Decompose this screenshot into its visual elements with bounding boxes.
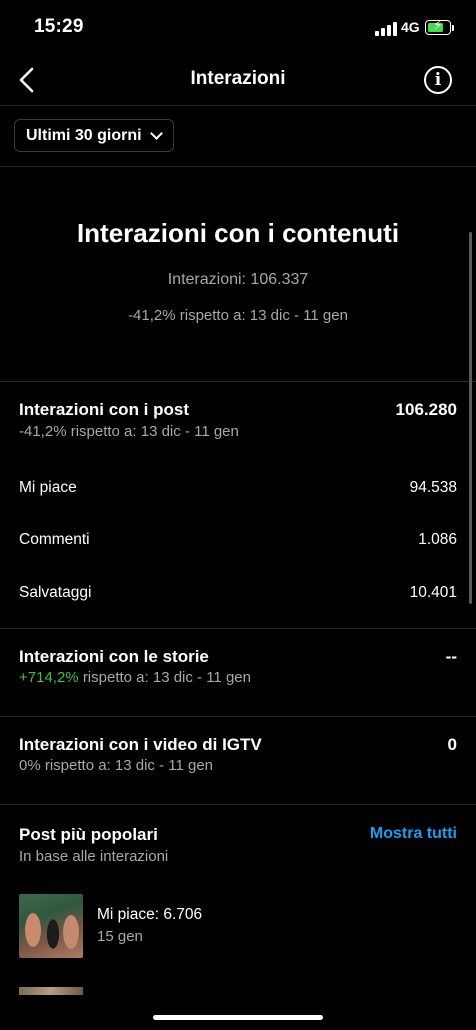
- home-indicator[interactable]: [153, 1015, 323, 1020]
- info-icon: i: [434, 70, 442, 90]
- summary-total: Interazioni: 106.337: [167, 271, 309, 288]
- show-all-link[interactable]: Mostra tutti: [370, 825, 457, 843]
- post-thumbnail[interactable]: [19, 894, 83, 958]
- stories-comparison-row: +714,2% rispetto a: 13 dic - 11 gen: [19, 669, 251, 686]
- post-date: 15 gen: [97, 928, 143, 945]
- summary-title: Interazioni con i contenuti: [76, 218, 400, 248]
- divider: [0, 716, 476, 717]
- igtv-value: 0: [447, 735, 457, 754]
- chevron-down-icon: [149, 127, 163, 140]
- stories-change: +714,2%: [19, 669, 79, 686]
- metric-label-comments: Commenti: [19, 531, 90, 548]
- divider: [0, 381, 476, 382]
- divider: [0, 804, 476, 805]
- posts-comparison: -41,2% rispetto a: 13 dic - 11 gen: [19, 423, 239, 440]
- popular-title: Post più popolari: [19, 825, 158, 844]
- charging-icon: ⚡: [433, 17, 443, 33]
- scrollbar[interactable]: [469, 232, 472, 604]
- igtv-comparison: 0% rispetto a: 13 dic - 11 gen: [19, 757, 214, 774]
- posts-title: Interazioni con i post: [19, 400, 190, 419]
- stories-comparison: rispetto a: 13 dic - 11 gen: [82, 669, 251, 686]
- date-range-label: Ultimi 30 giorni: [26, 126, 142, 144]
- post-thumbnail[interactable]: [19, 987, 83, 995]
- stories-value: --: [445, 647, 457, 666]
- info-button[interactable]: i: [424, 66, 452, 94]
- summary-comparison: -41,2% rispetto a: 13 dic - 11 gen: [128, 307, 348, 324]
- metric-value-likes: 94.538: [409, 479, 457, 496]
- popular-subtitle: In base alle interazioni: [19, 848, 169, 865]
- stories-title: Interazioni con le storie: [19, 647, 209, 666]
- metric-value-comments: 1.086: [418, 531, 457, 548]
- divider: [0, 166, 476, 167]
- status-time: 15:29: [34, 16, 84, 37]
- signal-icon: [375, 22, 397, 36]
- metric-label-likes: Mi piace: [19, 479, 77, 496]
- battery-cap: [452, 25, 454, 31]
- post-likes: Mi piace: 6.706: [97, 906, 203, 923]
- date-range-dropdown[interactable]: Ultimi 30 giorni: [14, 119, 174, 152]
- divider: [0, 105, 476, 106]
- page-title: Interazioni: [190, 68, 286, 89]
- network-type: 4G: [401, 19, 420, 35]
- posts-value: 106.280: [395, 400, 457, 419]
- divider: [0, 628, 476, 629]
- metric-value-saves: 10.401: [409, 584, 457, 601]
- metric-label-saves: Salvataggi: [19, 584, 92, 601]
- igtv-title: Interazioni con i video di IGTV: [19, 735, 262, 754]
